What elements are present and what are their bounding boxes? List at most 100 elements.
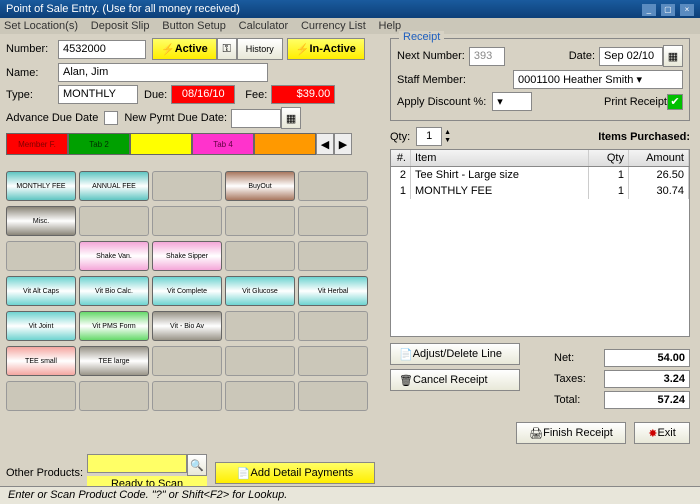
tab-scroll-left[interactable]: ◀: [316, 133, 334, 155]
product-button[interactable]: TEE small: [6, 346, 76, 376]
empty-cell: [298, 346, 368, 376]
taxes-value: 3.24: [604, 370, 690, 388]
advance-due-checkbox[interactable]: [104, 111, 118, 125]
product-button[interactable]: Vit Bio Calc.: [79, 276, 149, 306]
window-title: Point of Sale Entry. (Use for all money …: [6, 3, 240, 15]
name-field[interactable]: Alan, Jim: [58, 63, 268, 82]
empty-cell: [6, 381, 76, 411]
product-button[interactable]: Vit - Bio Av: [152, 311, 222, 341]
empty-cell: [6, 241, 76, 271]
number-field[interactable]: 4532000: [58, 40, 146, 59]
adjust-delete-button[interactable]: 📄 Adjust/Delete Line: [390, 343, 520, 365]
qty-field[interactable]: 1: [416, 127, 442, 146]
qty-label: Qty:: [390, 131, 410, 143]
col-qty[interactable]: Qty: [589, 150, 629, 166]
empty-cell: [152, 346, 222, 376]
date-label: Date:: [569, 50, 595, 62]
type-label: Type:: [6, 89, 58, 101]
fee-field: $39.00: [271, 85, 335, 104]
receipt-panel: Receipt Next Number: 393 Date: Sep 02/10…: [390, 38, 690, 121]
calendar-icon[interactable]: ▦: [281, 107, 301, 129]
chevron-down-icon: ▾: [497, 96, 503, 108]
date-field[interactable]: Sep 02/10: [599, 47, 663, 66]
menu-help[interactable]: Help: [379, 20, 402, 32]
staff-select[interactable]: 0001100 Heather Smith ▾: [513, 70, 683, 89]
category-tab-1[interactable]: Tab 2: [68, 133, 130, 155]
discount-label: Apply Discount %:: [397, 96, 486, 108]
product-button[interactable]: Misc.: [6, 206, 76, 236]
inactive-button[interactable]: ⚡ In-Active: [287, 38, 365, 60]
close-icon[interactable]: ×: [680, 4, 694, 16]
tab-scroll-right[interactable]: ▶: [334, 133, 352, 155]
print-receipt-checkbox[interactable]: ✔: [667, 94, 683, 110]
staff-label: Staff Member:: [397, 74, 466, 86]
product-button[interactable]: Shake Van.: [79, 241, 149, 271]
menu-deposit-slip[interactable]: Deposit Slip: [91, 20, 150, 32]
menu-button-setup[interactable]: Button Setup: [162, 20, 226, 32]
minimize-icon[interactable]: _: [642, 4, 656, 16]
discount-select[interactable]: ▾: [492, 92, 532, 111]
product-button[interactable]: Vit Herbal: [298, 276, 368, 306]
next-number-field: 393: [469, 47, 505, 66]
category-tab-2[interactable]: [130, 133, 192, 155]
add-detail-payments-button[interactable]: 📄 Add Detail Payments: [215, 462, 375, 484]
product-button[interactable]: Vit Glucose: [225, 276, 295, 306]
product-button[interactable]: ANNUAL FEE: [79, 171, 149, 201]
empty-cell: [298, 311, 368, 341]
empty-cell: [225, 381, 295, 411]
finish-receipt-button[interactable]: 🖨 Finish Receipt: [516, 422, 626, 444]
advance-due-label: Advance Due Date: [6, 112, 98, 124]
category-tab-0[interactable]: Member F.: [6, 133, 68, 155]
menu-currency-list[interactable]: Currency List: [301, 20, 366, 32]
col-amt[interactable]: Amount: [629, 150, 689, 166]
product-button[interactable]: TEE large: [79, 346, 149, 376]
product-button[interactable]: Vit Complete: [152, 276, 222, 306]
category-tab-4[interactable]: [254, 133, 316, 155]
lookup-icon[interactable]: 🔍: [187, 454, 207, 476]
cancel-receipt-button[interactable]: 🗑 Cancel Receipt: [390, 369, 520, 391]
key-icon[interactable]: ⚿: [217, 38, 237, 60]
table-row[interactable]: 1MONTHLY FEE130.74: [391, 183, 689, 199]
empty-cell: [152, 381, 222, 411]
active-button[interactable]: ⚡ Active: [152, 38, 217, 60]
product-button[interactable]: Vit Alt Caps: [6, 276, 76, 306]
history-button[interactable]: History: [237, 38, 283, 60]
category-tab-3[interactable]: Tab 4: [192, 133, 254, 155]
due-label: Due:: [144, 89, 167, 101]
date-picker-icon[interactable]: ▦: [663, 45, 683, 67]
items-title: Items Purchased:: [598, 131, 690, 143]
print-receipt-label: Print Receipt: [604, 96, 667, 108]
empty-cell: [298, 206, 368, 236]
product-button[interactable]: BuyOut: [225, 171, 295, 201]
empty-cell: [152, 206, 222, 236]
menu-bar: Set Location(s) Deposit Slip Button Setu…: [0, 18, 700, 34]
product-button[interactable]: Vit Joint: [6, 311, 76, 341]
product-button[interactable]: MONTHLY FEE: [6, 171, 76, 201]
col-num[interactable]: #.: [391, 150, 411, 166]
net-value: 54.00: [604, 349, 690, 367]
other-products-field[interactable]: [87, 454, 187, 473]
exit-button[interactable]: ✸ Exit: [634, 422, 690, 444]
menu-set-location[interactable]: Set Location(s): [4, 20, 78, 32]
table-row[interactable]: 2Tee Shirt - Large size126.50: [391, 167, 689, 183]
product-grid: MONTHLY FEEANNUAL FEE BuyOut Misc.Shake Va…: [6, 171, 388, 413]
total-label: Total:: [554, 394, 604, 406]
taxes-label: Taxes:: [554, 373, 604, 385]
due-date-field: 08/16/10: [171, 85, 235, 104]
menu-calculator[interactable]: Calculator: [239, 20, 289, 32]
status-bar: Enter or Scan Product Code. "?" or Shift…: [0, 486, 700, 504]
empty-cell: [79, 206, 149, 236]
window-controls: _ ▢ ×: [640, 3, 694, 16]
empty-cell: [225, 311, 295, 341]
new-pymt-field[interactable]: [231, 109, 281, 128]
maximize-icon[interactable]: ▢: [661, 4, 675, 16]
name-label: Name:: [6, 67, 58, 79]
col-item[interactable]: Item: [411, 150, 589, 166]
qty-up-icon[interactable]: ▲: [444, 129, 451, 137]
qty-down-icon[interactable]: ▼: [444, 137, 451, 145]
product-button[interactable]: Vit PMS Form: [79, 311, 149, 341]
empty-cell: [298, 381, 368, 411]
empty-cell: [225, 206, 295, 236]
chevron-down-icon: ▾: [636, 74, 642, 86]
product-button[interactable]: Shake Sipper: [152, 241, 222, 271]
